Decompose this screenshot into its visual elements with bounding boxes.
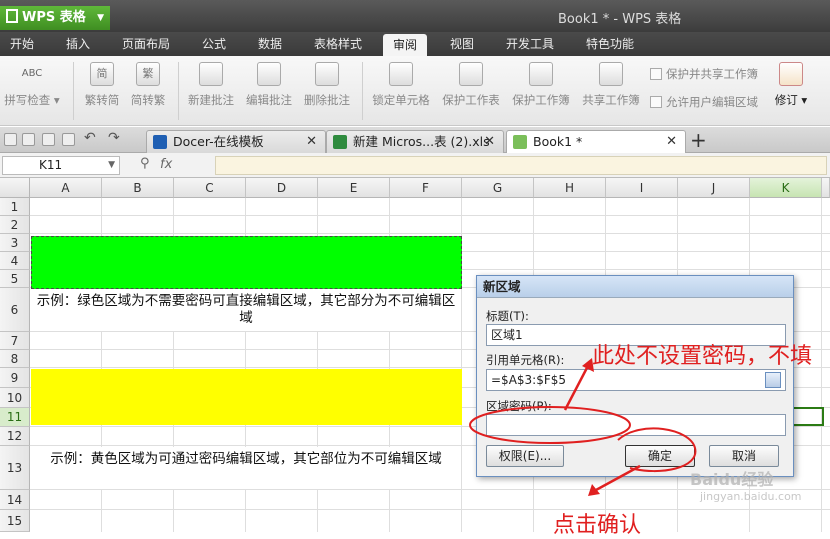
- arrow-down-line: [595, 464, 641, 492]
- annotation-click-ok: 点击确认: [553, 513, 642, 538]
- password-circle: [469, 406, 631, 444]
- baidu-watermark: Baidu经验: [690, 470, 774, 489]
- annotation-no-password: 此处不设置密码，不填: [592, 344, 813, 369]
- arrow-up-line: [563, 361, 592, 411]
- annotation-overlay: [469, 358, 697, 496]
- ok-circle: [617, 427, 697, 472]
- baidu-watermark-url: jingyan.baidu.com: [700, 490, 802, 503]
